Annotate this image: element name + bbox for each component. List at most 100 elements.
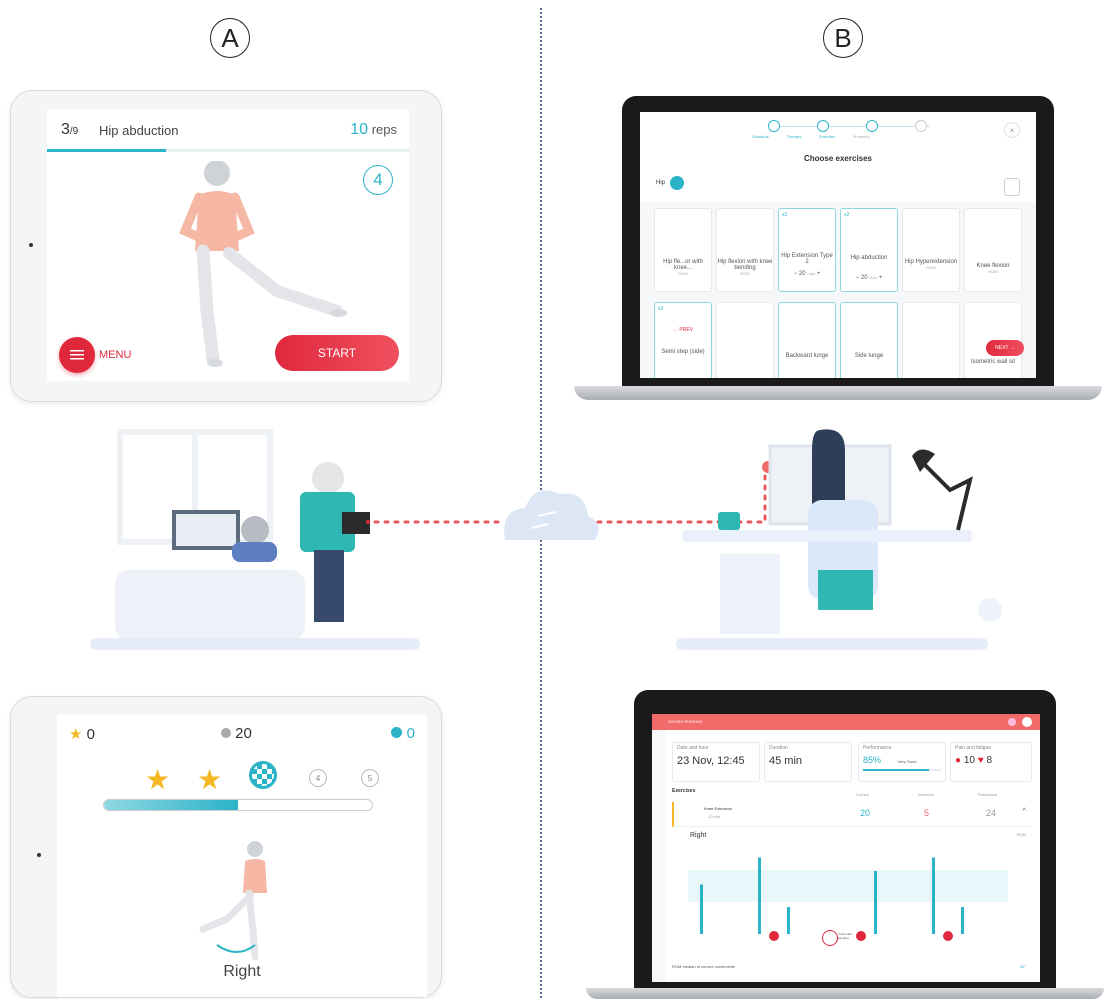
exercise-card-selected[interactable]: x2 Hip abduction − 20 reps + [840,208,898,292]
exercises-label: Exercises [672,788,696,794]
card-name: Hip Extension Type 2 [781,253,833,265]
exercise-card-selected[interactable]: x2 Hip Extension Type 2 − 20 reps + [778,208,836,292]
menu-label[interactable]: MENU [99,349,131,361]
increment-button[interactable]: + [879,275,883,281]
next-button[interactable]: NEXT → [986,340,1024,356]
stat-label: Duration [769,745,788,751]
exercise-card[interactable]: Side lunge [840,302,898,378]
exercise-card[interactable] [716,302,774,378]
multiplier: x2 [782,212,788,218]
session-progress-fill [104,800,238,810]
prev-button[interactable]: PREV [679,327,693,333]
menu-button[interactable] [59,337,95,373]
exercise-card[interactable]: Hip fle...or with knee... ROM [654,208,712,292]
exercise-card[interactable]: Backward lunge [778,302,836,378]
step-label: Schedule [752,134,769,139]
performance-bar [863,769,930,771]
rom-bar[interactable] [874,871,877,934]
exercise-row[interactable]: Knee Extension 10 min 20 5 24 ^ [672,802,1032,827]
step-dot[interactable] [915,120,927,132]
error-mark[interactable] [943,931,953,941]
rom-bar[interactable] [932,857,935,935]
tooltip-text: Trunk side bending [838,932,852,940]
prescribed-count: 24 [986,808,997,818]
step-label: Summary [852,134,870,139]
stat-duration: Duration 45 min [764,742,852,782]
step-dot[interactable] [768,120,780,132]
exercise-row-name: Knee Extension [704,806,733,811]
exercise-title: Hip abduction [99,123,179,138]
star-earned-1: ★ [145,764,171,795]
close-icon[interactable]: × [1004,122,1020,138]
card-name: Hip fle...or with knee... [663,259,703,271]
performance-text: Very Good [897,759,917,764]
col-correct: Correct [856,792,870,797]
report-header [652,714,1040,730]
decrement-button[interactable]: − [856,275,860,281]
exercise-screen: 3/9 Hip abduction 10 reps 4 MENU START [47,109,409,381]
rep-count: 20 [798,271,806,277]
camera-dot [37,853,41,857]
pain-icon: ● [955,755,962,766]
choose-exercises-screen: Schedule Therapy Exercise Summary × Choo… [640,112,1036,378]
stat-value: 23 Nov, 12:45 [677,755,745,767]
clipboard-icon[interactable] [1004,178,1020,196]
rep-count: 20 [860,275,868,281]
label-a: A [210,18,250,58]
label-b: B [823,18,863,58]
exercise-card[interactable]: x2 ← PREV Semi step (side) [654,302,712,378]
pain-value: 10 [963,755,975,766]
sidebar [652,730,666,982]
settings-icon[interactable] [1008,718,1016,726]
check-counter: 0 [391,725,415,742]
step-dot[interactable] [817,120,829,132]
hamburger-icon [70,350,84,360]
performance-value: 85% [863,755,882,765]
error-mark[interactable] [856,931,866,941]
avatar[interactable] [1022,717,1032,727]
decrement-button[interactable]: − [794,271,798,277]
rom-bar[interactable] [787,907,790,934]
level-5: 5 [361,769,379,787]
chart-side-label: Right [690,832,707,839]
tooltip-marker[interactable] [822,930,838,946]
exercise-card[interactable]: Hip Hyperextension ROM [902,208,960,292]
error-mark[interactable] [769,931,779,941]
star-earned-2: ★ [197,764,223,795]
card-name: Backward lunge [785,353,829,359]
stepper-labels: Schedule Therapy Exercise Summary [752,134,870,139]
rom-bar[interactable] [758,857,761,935]
rom-bar[interactable] [961,907,964,934]
stat-label: Pain and fatigue [955,745,992,751]
tablet-progress: ★ 0 20 0 ★ ★ 4 5 Right [10,696,442,998]
multiplier: x2 [844,212,850,218]
collapse-icon[interactable]: ^ [1023,808,1026,815]
exercise-card[interactable]: Knee flexion ROM [964,208,1022,292]
coin-count: 20 [235,725,252,742]
rom-bar[interactable] [700,884,703,935]
exercise-progress-fill [47,149,167,152]
current-level-icon [249,761,277,789]
level-4: 4 [309,769,327,787]
stepper [768,120,927,132]
card-name: Hip flexion with knee bending [717,259,773,271]
increment-button[interactable]: + [817,271,821,277]
card-name: Side lunge [854,353,884,359]
exercise-counter: 3/9 [61,121,78,139]
rep-unit: reps [869,275,878,280]
tablet-exercise: 3/9 Hip abduction 10 reps 4 MENU START [10,90,442,402]
exercise-card[interactable]: Hip flexion with knee bending ROM [716,208,774,292]
start-button[interactable]: START [275,335,399,371]
exercise-progress-track [47,149,409,152]
illustration [90,429,1002,650]
counter-total: /9 [69,126,79,137]
hip-icon[interactable] [670,176,684,190]
stat-pain: Pain and fatigue ● 10 ♥ 8 [950,742,1032,782]
heart-icon: ♥ [977,755,984,766]
exercise-card[interactable] [902,302,960,378]
rom-label: ROM [1016,832,1026,837]
card-name: Hip abduction [850,255,888,261]
step-label: Therapy [786,134,802,139]
laptop-base [586,988,1104,999]
step-dot[interactable] [866,120,878,132]
